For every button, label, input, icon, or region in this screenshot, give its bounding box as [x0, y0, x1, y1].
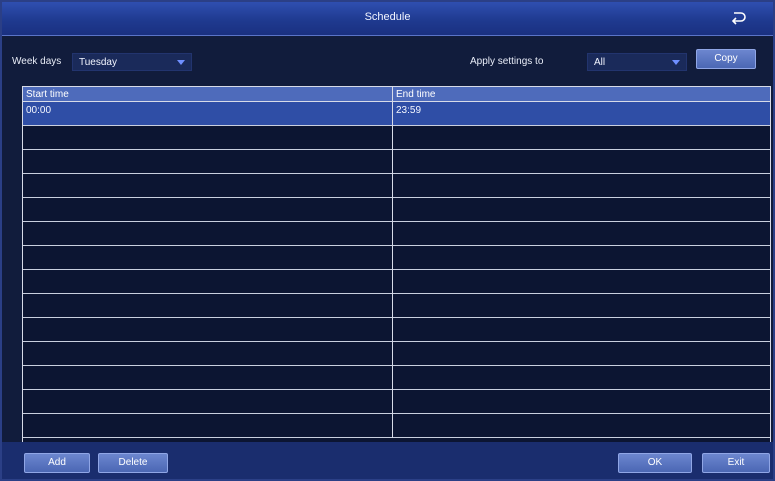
table-row[interactable] [23, 174, 770, 198]
start-time-cell [23, 390, 393, 414]
table-row[interactable] [23, 294, 770, 318]
end-time-cell [393, 222, 770, 246]
table-row[interactable]: 00:00 23:59 [23, 102, 770, 126]
end-time-cell [393, 270, 770, 294]
end-time-cell [393, 150, 770, 174]
end-time-cell: 23:59 [396, 105, 422, 116]
table-row[interactable] [23, 414, 770, 438]
end-time-cell [393, 174, 770, 198]
table-row[interactable] [23, 270, 770, 294]
start-time-cell [23, 414, 393, 438]
end-time-cell [393, 246, 770, 270]
end-time-cell [393, 294, 770, 318]
table-row[interactable] [23, 126, 770, 150]
table-row[interactable] [23, 390, 770, 414]
table-row[interactable] [23, 246, 770, 270]
table-row[interactable] [23, 198, 770, 222]
start-time-cell [23, 318, 393, 342]
start-time-cell [23, 246, 393, 270]
schedule-toolbar: Week days Tuesday Apply settings to All … [2, 36, 773, 86]
table-header: Start time End time [23, 87, 770, 102]
end-time-cell [393, 366, 770, 390]
table-row[interactable] [23, 222, 770, 246]
start-time-cell [23, 222, 393, 246]
end-time-cell [393, 126, 770, 150]
column-header-end-time: End time [396, 89, 436, 100]
start-time-cell [23, 126, 393, 150]
apply-settings-select[interactable]: All [587, 53, 687, 71]
schedule-content: Week days Tuesday Apply settings to All … [2, 36, 773, 479]
start-time-cell [23, 198, 393, 222]
table-row[interactable] [23, 150, 770, 174]
column-header-start-time: Start time [23, 87, 393, 102]
delete-button[interactable]: Delete [98, 453, 168, 473]
end-time-cell [393, 342, 770, 366]
start-time-cell [23, 294, 393, 318]
table-body: 00:00 23:59 [23, 102, 770, 475]
end-time-cell [393, 390, 770, 414]
bottom-bar: Add Delete OK Exit [2, 442, 773, 479]
start-time-cell: 00:00 [23, 102, 393, 126]
table-row[interactable] [23, 366, 770, 390]
triangle-down-icon [177, 58, 185, 66]
schedule-window: Schedule Week days Tuesday Apply setting… [0, 0, 775, 481]
apply-settings-label: Apply settings to [470, 56, 544, 67]
window-title: Schedule [364, 11, 411, 23]
end-time-cell [393, 198, 770, 222]
exit-button[interactable]: Exit [702, 453, 770, 473]
start-time-cell [23, 174, 393, 198]
start-time-cell [23, 366, 393, 390]
table-row[interactable] [23, 318, 770, 342]
week-days-label: Week days [12, 56, 62, 67]
schedule-table: Start time End time 00:00 23:59 [22, 86, 771, 476]
copy-button[interactable]: Copy [696, 49, 756, 69]
week-days-value: Tuesday [79, 56, 117, 68]
triangle-down-icon [672, 58, 680, 66]
apply-settings-value: All [594, 56, 606, 68]
start-time-cell [23, 150, 393, 174]
back-button[interactable] [727, 8, 749, 30]
table-row[interactable] [23, 342, 770, 366]
ok-button[interactable]: OK [618, 453, 692, 473]
title-bar: Schedule [2, 2, 773, 36]
add-button[interactable]: Add [24, 453, 90, 473]
end-time-cell [393, 414, 770, 438]
week-days-select[interactable]: Tuesday [72, 53, 192, 71]
start-time-cell [23, 270, 393, 294]
start-time-cell [23, 342, 393, 366]
return-arrow-icon [730, 11, 746, 28]
end-time-cell [393, 318, 770, 342]
